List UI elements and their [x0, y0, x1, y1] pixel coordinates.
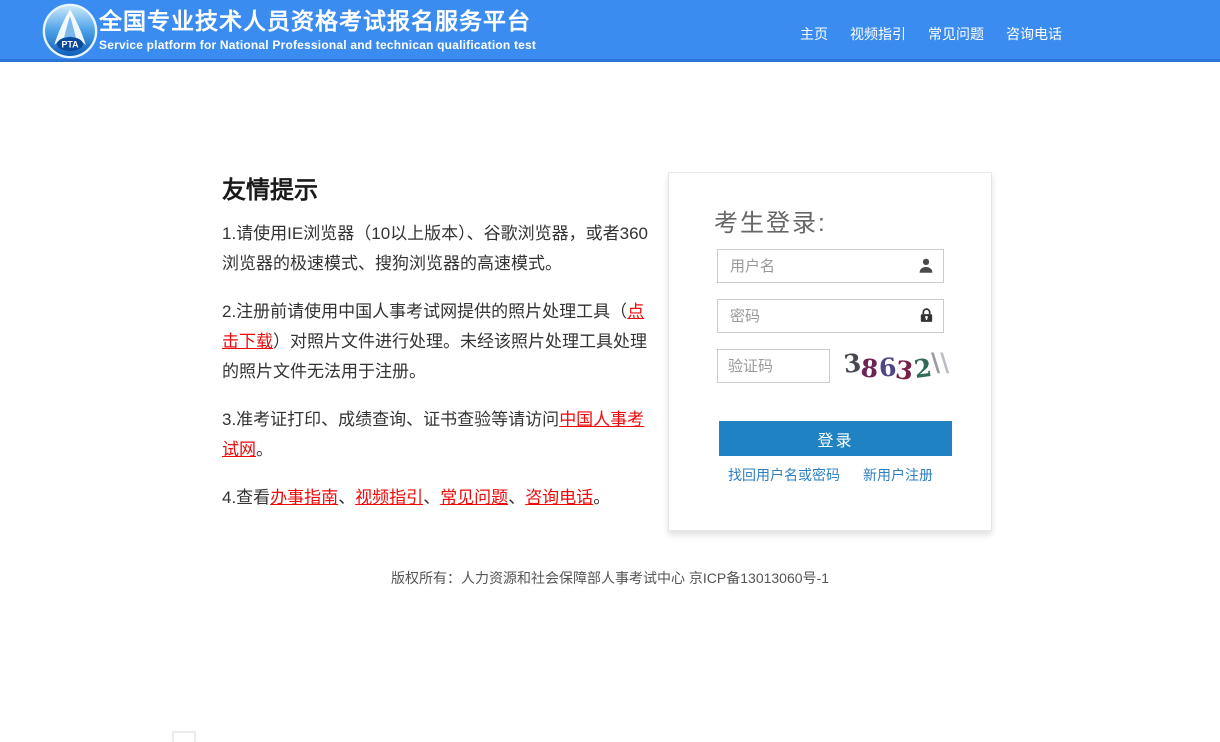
tip-item-4: 4.查看办事指南、视频指引、常见问题、咨询电话。	[222, 483, 650, 513]
username-input[interactable]	[717, 249, 944, 283]
login-panel: 考生登录: 38632\\ 登录 找回用户名或密码 新用户注册	[668, 172, 992, 531]
user-icon	[917, 257, 935, 275]
tips-section: 友情提示 1.请使用IE浏览器（10以上版本）、谷歌浏览器，或者360浏览器的极…	[222, 170, 650, 531]
header: PTA 全国专业技术人员资格考试报名服务平台 Service platform …	[0, 0, 1220, 62]
header-nav: 主页 视频指引 常见问题 咨询电话	[800, 24, 1062, 44]
tip2-text-post: ）对照片文件进行处理。未经该照片处理工具处理的照片文件无法用于注册。	[222, 332, 647, 381]
service-guide-link[interactable]: 办事指南	[270, 488, 338, 507]
hotline-link[interactable]: 咨询电话	[525, 488, 593, 507]
tip4-sep: 、	[508, 488, 525, 507]
page: PTA 全国专业技术人员资格考试报名服务平台 Service platform …	[0, 0, 1220, 742]
partial-artifact	[172, 731, 196, 742]
tip4-text-pre: 4.查看	[222, 488, 270, 507]
footer-copyright: 版权所有：人力资源和社会保障部人事考试中心 京ICP备13013060号-1	[0, 568, 1220, 588]
nav-hotline[interactable]: 咨询电话	[1006, 24, 1062, 44]
nav-video-guide[interactable]: 视频指引	[850, 24, 906, 44]
tip-item-1: 1.请使用IE浏览器（10以上版本）、谷歌浏览器，或者360浏览器的极速模式、搜…	[222, 219, 650, 279]
video-guide-link[interactable]: 视频指引	[355, 488, 423, 507]
nav-home[interactable]: 主页	[800, 24, 828, 44]
tip3-text-post: 。	[256, 440, 273, 459]
tip4-sep: 、	[423, 488, 440, 507]
password-input[interactable]	[717, 299, 944, 333]
tips-heading: 友情提示	[222, 170, 650, 205]
tip1-text: 1.请使用IE浏览器（10以上版本）、谷歌浏览器，或者360浏览器的极速模式、搜…	[222, 224, 648, 273]
tip-item-2: 2.注册前请使用中国人事考试网提供的照片处理工具（点击下载）对照片文件进行处理。…	[222, 297, 650, 387]
pta-logo-icon: PTA	[42, 3, 98, 59]
header-titles: 全国专业技术人员资格考试报名服务平台 Service platform for …	[99, 7, 536, 52]
captcha-image[interactable]: 38632\\	[844, 349, 946, 385]
tip4-text-post: 。	[593, 488, 610, 507]
forgot-credentials-link[interactable]: 找回用户名或密码	[728, 465, 840, 485]
login-button[interactable]: 登录	[719, 421, 952, 456]
login-heading: 考生登录:	[714, 203, 827, 238]
tip4-sep: 、	[338, 488, 355, 507]
tip2-text-pre: 2.注册前请使用中国人事考试网提供的照片处理工具（	[222, 302, 627, 321]
password-field-wrap	[717, 299, 944, 333]
register-link[interactable]: 新用户注册	[863, 465, 933, 485]
site-title: 全国专业技术人员资格考试报名服务平台	[99, 7, 536, 35]
lock-icon	[918, 307, 935, 324]
nav-faq[interactable]: 常见问题	[928, 24, 984, 44]
username-field-wrap	[717, 249, 944, 283]
captcha-field-wrap	[717, 349, 830, 383]
site-subtitle: Service platform for National Profession…	[99, 38, 536, 52]
faq-link[interactable]: 常见问题	[440, 488, 508, 507]
tip-item-3: 3.准考证打印、成绩查询、证书查验等请访问中国人事考试网。	[222, 405, 650, 465]
logo-text: PTA	[61, 39, 79, 49]
tip3-text-pre: 3.准考证打印、成绩查询、证书查验等请访问	[222, 410, 559, 429]
captcha-input[interactable]	[717, 349, 830, 383]
